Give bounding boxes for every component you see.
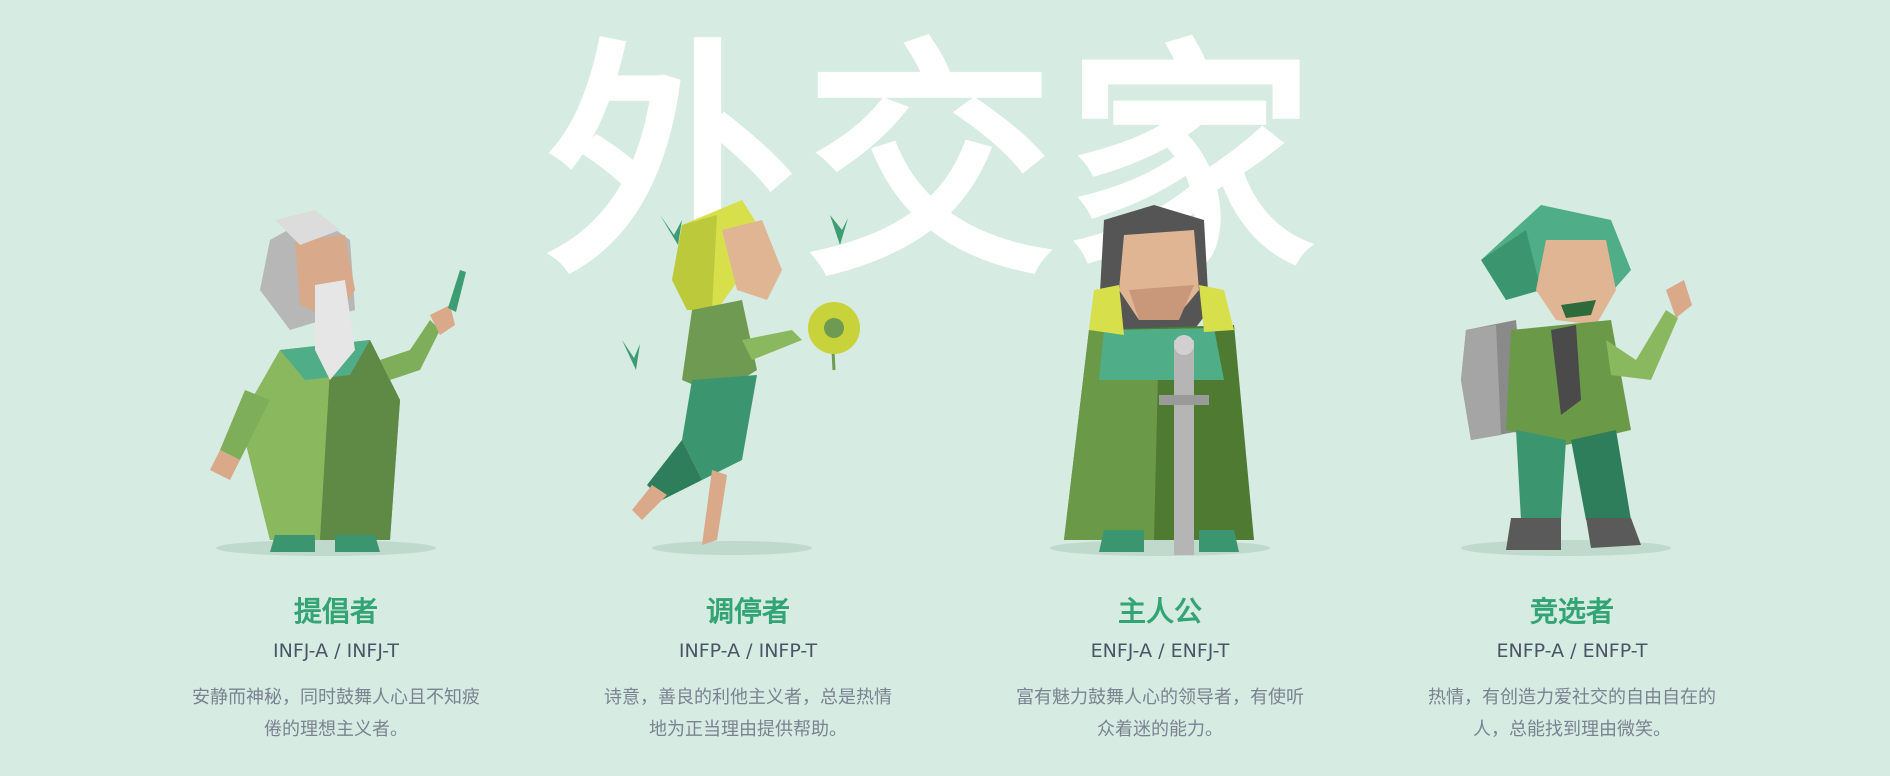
card-name: 调停者	[705, 595, 790, 628]
card-description: 富有魅力鼓舞人心的领导者，有使听众着迷的能力。	[1016, 687, 1304, 740]
advocate-illustration	[130, 200, 542, 560]
card-description: 安静而神秘，同时鼓舞人心且不知疲倦的理想主义者。	[192, 687, 480, 740]
card-description: 热情，有创造力爱社交的自由自在的人，总能找到理由微笑。	[1428, 687, 1716, 740]
card-name: 主人公	[1117, 595, 1202, 628]
personality-card-advocate[interactable]: 提倡者 INFJ-A / INFJ-T 安静而神秘，同时鼓舞人心且不知疲倦的理想…	[130, 200, 542, 760]
card-code: ENFP-A / ENFP-T	[1496, 640, 1648, 662]
campaigner-illustration	[1366, 200, 1778, 560]
card-name: 提倡者	[293, 595, 378, 628]
card-code: ENFJ-A / ENFJ-T	[1090, 640, 1230, 662]
card-name: 竞选者	[1529, 595, 1614, 628]
card-description: 诗意，善良的利他主义者，总是热情地为正当理由提供帮助。	[604, 687, 892, 740]
mediator-illustration	[542, 200, 954, 560]
personality-card-campaigner[interactable]: 竞选者 ENFP-A / ENFP-T 热情，有创造力爱社交的自由自在的人，总能…	[1366, 200, 1778, 760]
personality-card-mediator[interactable]: 调停者 INFP-A / INFP-T 诗意，善良的利他主义者，总是热情地为正当…	[542, 200, 954, 760]
protagonist-illustration	[954, 200, 1366, 560]
diplomats-section: 外交家 提倡者 INFJ-A / INFJ-T 安静而神秘，同时鼓舞人心且不知疲…	[0, 0, 1890, 776]
card-code: INFJ-A / INFJ-T	[273, 640, 399, 662]
card-code: INFP-A / INFP-T	[678, 640, 818, 662]
personality-card-protagonist[interactable]: 主人公 ENFJ-A / ENFJ-T 富有魅力鼓舞人心的领导者，有使听众着迷的…	[954, 200, 1366, 760]
